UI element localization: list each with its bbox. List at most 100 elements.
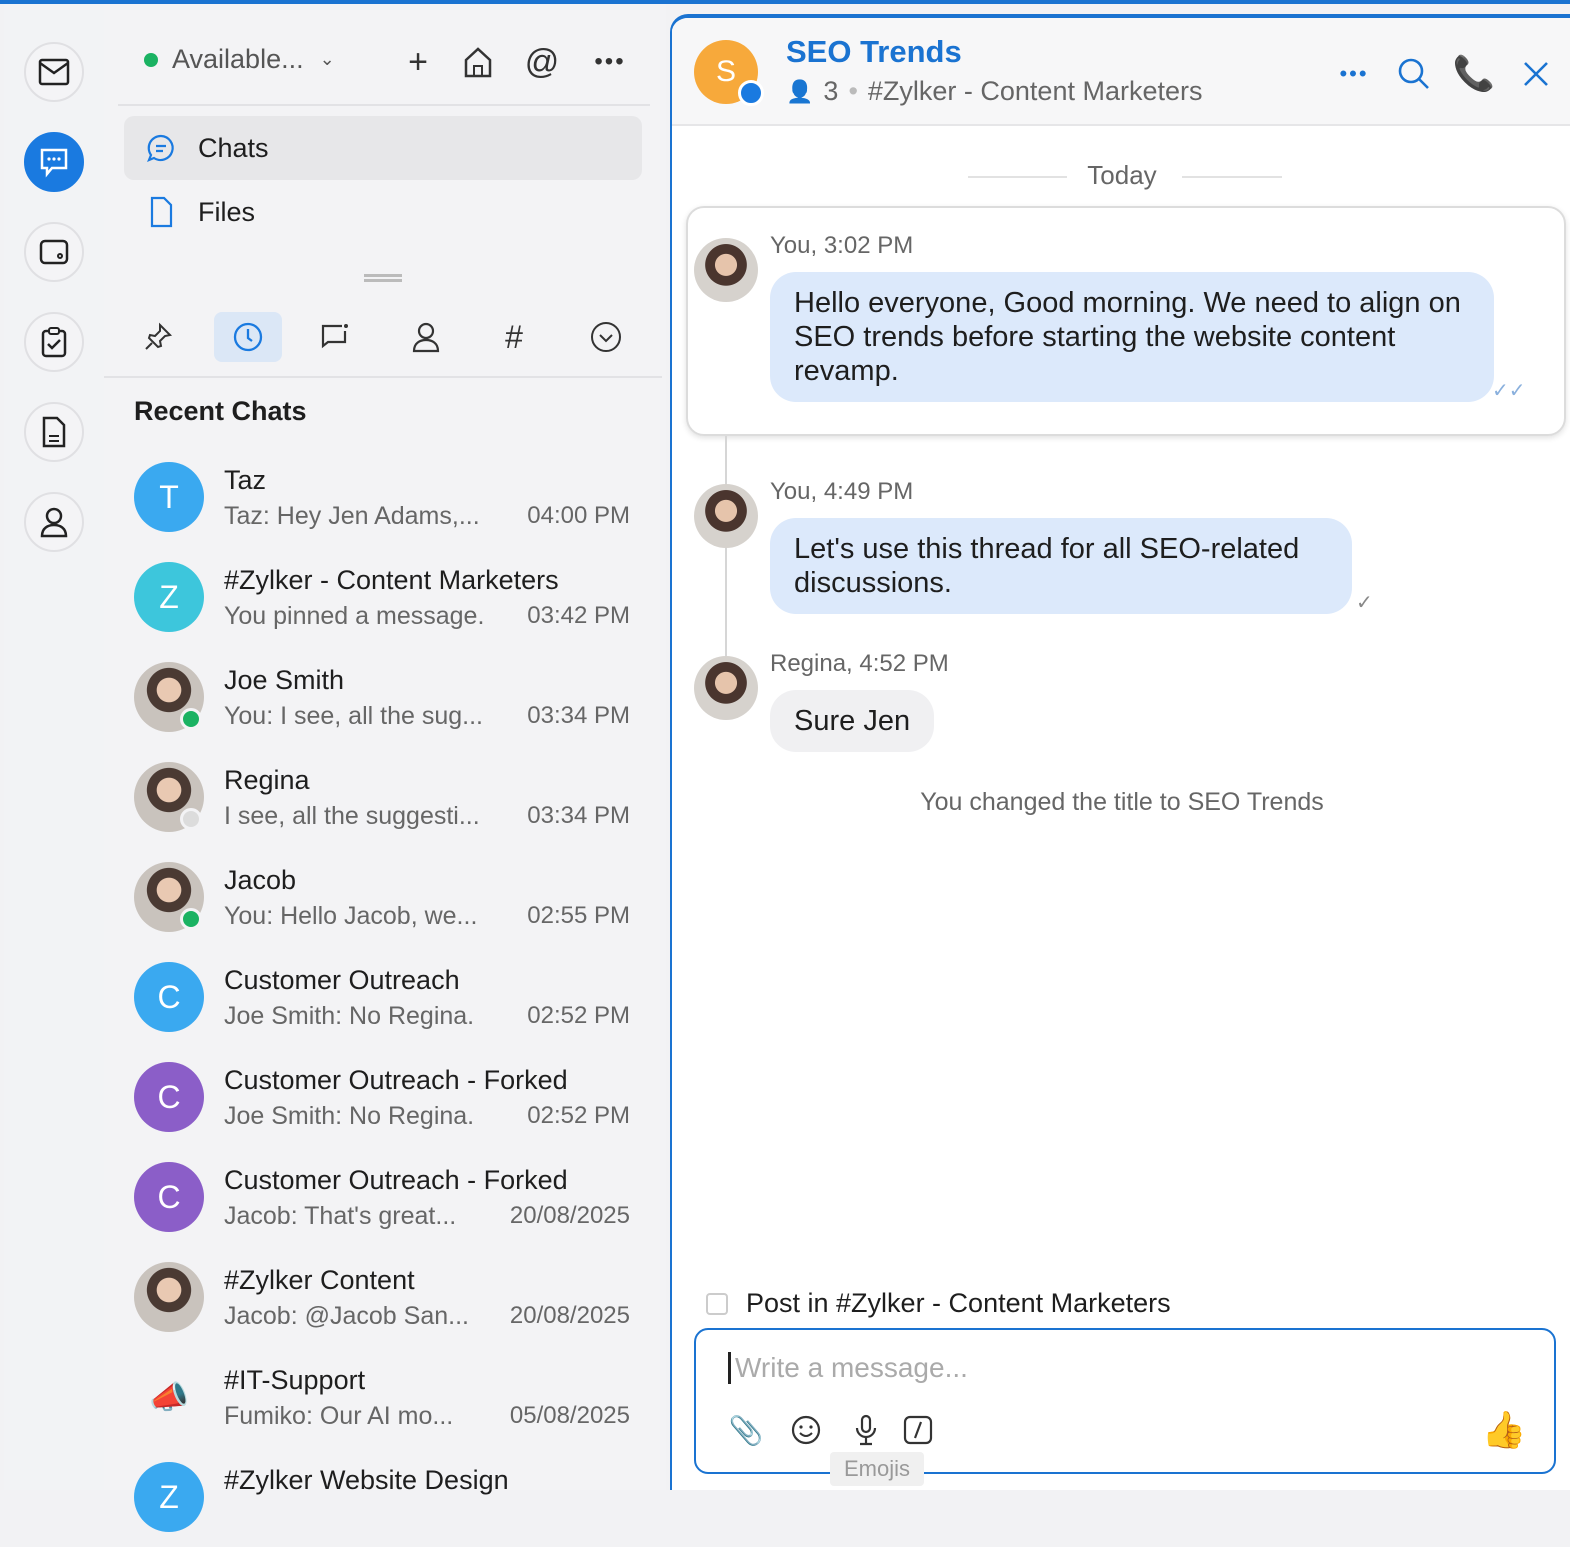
more-button[interactable]: ••• <box>590 42 630 82</box>
plus-icon: + <box>408 42 428 81</box>
status-selector[interactable]: Available... ⌄ <box>144 44 335 75</box>
post-in-channel-checkbox[interactable] <box>706 1292 728 1315</box>
nav-files[interactable]: Files <box>124 180 642 244</box>
app-rail <box>4 4 104 1490</box>
chevron-down-icon: ⌄ <box>319 49 335 69</box>
writer-app-button[interactable] <box>24 402 84 462</box>
chat-list-item[interactable]: Z #Zylker Website Design <box>134 1447 634 1547</box>
chat-icon <box>40 148 68 178</box>
chat-time: 03:34 PM <box>527 702 630 729</box>
chat-list-item[interactable]: C Customer Outreach - Forked Joe Smith: No… <box>134 1047 634 1147</box>
microphone-icon <box>855 1414 877 1446</box>
nav-label: Chats <box>198 132 269 163</box>
chat-list-item[interactable]: 📣 #IT-Support Fumiko: Our AI mo... 05/08/20… <box>134 1347 634 1447</box>
chat-title[interactable]: SEO Trends <box>786 34 962 70</box>
resize-handle[interactable] <box>364 274 402 282</box>
status-dot <box>144 52 158 67</box>
mail-icon <box>38 58 70 86</box>
call-button[interactable]: 📞 <box>1453 54 1495 94</box>
hash-icon: # <box>505 318 523 355</box>
attach-button[interactable]: 📎 <box>728 1412 764 1448</box>
voice-button[interactable] <box>848 1412 884 1448</box>
search-icon <box>1398 58 1429 89</box>
chat-preview: Joe Smith: No Regina. <box>224 1102 475 1130</box>
chat-preview: Jacob: @Jacob San... <box>224 1302 469 1330</box>
avatar: T <box>134 462 204 532</box>
chat-preview: Jacob: That's great... <box>224 1202 457 1230</box>
chat-time: 03:34 PM <box>527 802 630 829</box>
avatar: 📣 <box>134 1362 204 1432</box>
avatar: Z <box>134 562 204 632</box>
chat-list-item[interactable]: Jacob You: Hello Jacob, we... 02:55 PM <box>134 847 634 947</box>
nav-chats[interactable]: Chats <box>124 116 642 180</box>
chat-list-item[interactable]: C Customer Outreach - Forked Jacob: That's… <box>134 1147 634 1247</box>
status-label: Available... <box>172 44 304 74</box>
workdrive-app-button[interactable] <box>24 222 84 282</box>
date-label: Today <box>1067 160 1177 191</box>
close-button[interactable] <box>1516 54 1556 94</box>
avatar: C <box>134 1162 204 1232</box>
chat-time: 03:42 PM <box>527 602 630 629</box>
sent-check-icon: ✓ <box>1356 592 1373 614</box>
message-meta: You, 3:02 PM <box>770 232 914 259</box>
chevron-circle-icon <box>591 322 621 352</box>
chat-list-item[interactable]: Regina I see, all the suggesti... 03:34 PM <box>134 747 634 847</box>
tab-channels[interactable]: # <box>480 312 548 362</box>
tab-pinned[interactable] <box>124 312 192 362</box>
message-bubble[interactable]: Hello everyone, Good morning. We need to… <box>770 272 1494 402</box>
pin-icon <box>145 322 173 350</box>
divider <box>104 376 662 378</box>
section-title: Recent Chats <box>134 396 307 426</box>
chat-list-item[interactable]: #Zylker Content Jacob: @Jacob San... 20/08… <box>134 1247 634 1347</box>
cliq-app-button[interactable] <box>24 132 84 192</box>
message-bubble[interactable]: Let's use this thread for all SEO-relate… <box>770 518 1352 614</box>
chat-name: Jacob <box>224 865 297 895</box>
tooltip: Emojis <box>830 1452 925 1486</box>
message-input[interactable] <box>728 1352 1428 1384</box>
chat-list-item[interactable]: Z #Zylker - Content Marketers You pinned a… <box>134 547 634 647</box>
thumbs-up-button[interactable]: 👍 <box>1482 1409 1527 1450</box>
tab-recent[interactable] <box>214 312 282 362</box>
more-icon: ••• <box>594 48 626 75</box>
chat-name: Regina <box>224 765 310 795</box>
chat-preview: You pinned a message. <box>224 602 485 630</box>
chat-header: S SEO Trends 👤 3 • #Zylker - Content Market… <box>672 18 1570 126</box>
slash-command-button[interactable] <box>900 1412 936 1448</box>
search-button[interactable] <box>1394 54 1434 94</box>
mail-app-button[interactable] <box>24 42 84 102</box>
avatar: Z <box>134 1462 204 1532</box>
tasks-app-button[interactable] <box>24 312 84 372</box>
home-button[interactable] <box>458 42 498 82</box>
chat-list-item[interactable]: Joe Smith You: I see, all the sug... 03:34… <box>134 647 634 747</box>
tab-more[interactable] <box>572 312 640 362</box>
parent-channel[interactable]: #Zylker - Content Marketers <box>868 76 1203 107</box>
presence-indicator <box>180 808 202 830</box>
tab-contacts[interactable] <box>392 312 460 362</box>
chat-preview: Taz: Hey Jen Adams,... <box>224 502 480 530</box>
chat-subtitle: 👤 3 • #Zylker - Content Marketers <box>786 76 1203 107</box>
chat-list-item[interactable]: C Customer Outreach Joe Smith: No Regina. 0… <box>134 947 634 1047</box>
more-icon: ••• <box>1339 61 1369 86</box>
post-in-channel-option[interactable]: Post in #Zylker - Content Marketers <box>706 1288 1171 1319</box>
avatar <box>694 656 758 720</box>
close-icon <box>1524 62 1548 86</box>
new-chat-button[interactable]: + <box>398 42 438 82</box>
chat-name: Customer Outreach - Forked <box>224 1065 568 1095</box>
tab-threads[interactable] <box>302 312 370 362</box>
system-message: You changed the title to SEO Trends <box>920 788 1324 816</box>
emoji-button[interactable] <box>788 1412 824 1448</box>
home-icon <box>464 47 492 78</box>
slash-icon <box>903 1415 933 1445</box>
chat-time: 05/08/2025 <box>509 1402 630 1429</box>
chat-name: Joe Smith <box>224 665 345 695</box>
contacts-app-button[interactable] <box>24 492 84 552</box>
message-meta: Regina, 4:52 PM <box>770 650 949 677</box>
paperclip-icon: 📎 <box>728 1414 764 1446</box>
message-bubble[interactable]: Sure Jen <box>770 690 935 752</box>
more-options-button[interactable]: ••• <box>1334 54 1374 94</box>
chat-preview: You: Hello Jacob, we... <box>224 902 478 930</box>
chat-list-item[interactable]: T Taz Taz: Hey Jen Adams,... 04:00 PM <box>134 447 634 547</box>
mentions-button[interactable]: @ <box>522 42 562 82</box>
chat-time: 02:55 PM <box>527 902 630 929</box>
member-count[interactable]: 3 <box>823 76 838 107</box>
